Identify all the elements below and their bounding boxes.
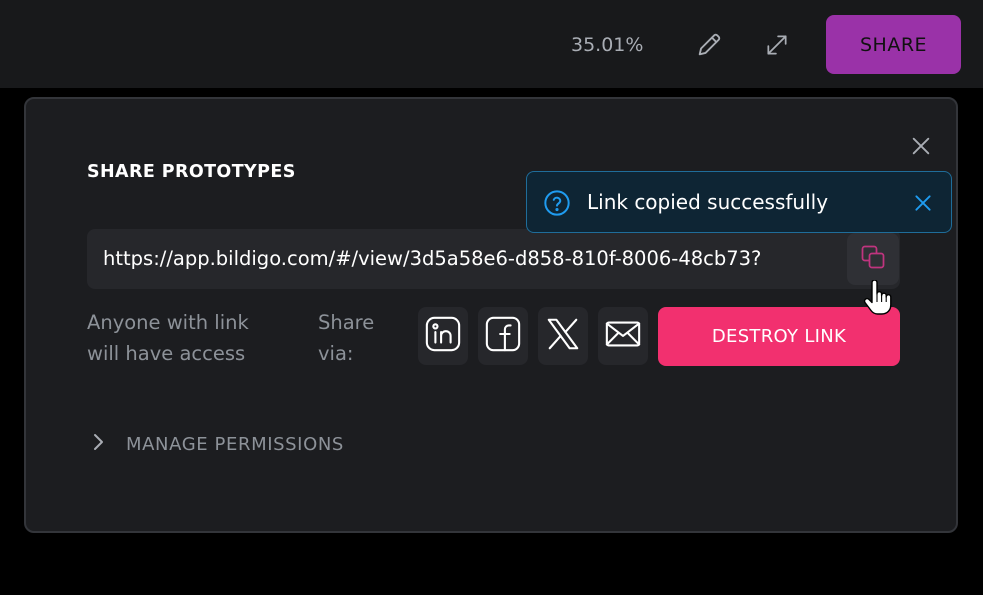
- share-email-button[interactable]: [598, 307, 648, 365]
- linkedin-icon: [424, 315, 462, 357]
- help-circle-icon: [543, 189, 571, 217]
- copy-link-button[interactable]: [847, 233, 899, 285]
- share-url-text[interactable]: https://app.bildigo.com/#/view/3d5a58e6-…: [103, 246, 831, 272]
- share-linkedin-button[interactable]: [418, 307, 468, 365]
- share-facebook-button[interactable]: [478, 307, 528, 365]
- pencil-icon[interactable]: [694, 30, 724, 60]
- mail-icon: [604, 315, 642, 357]
- share-url-field[interactable]: https://app.bildigo.com/#/view/3d5a58e6-…: [87, 229, 900, 289]
- facebook-icon: [484, 315, 522, 357]
- share-dialog: SHARE PROTOTYPES https://app.bildigo.com…: [24, 97, 958, 533]
- zoom-level[interactable]: 35.01%: [571, 33, 643, 57]
- top-bar: 35.01% SHARE: [0, 0, 983, 88]
- dialog-title: SHARE PROTOTYPES: [87, 162, 296, 182]
- share-x-button[interactable]: [538, 307, 588, 365]
- access-note: Anyone with link will have access: [87, 311, 249, 365]
- chevron-right-icon: [90, 432, 106, 456]
- copy-icon: [859, 243, 887, 275]
- share-button[interactable]: SHARE: [826, 15, 961, 74]
- close-icon[interactable]: [908, 133, 934, 159]
- expand-icon[interactable]: [762, 30, 792, 60]
- toast-close-icon[interactable]: [910, 190, 936, 216]
- toast-message: Link copied successfully: [587, 190, 829, 214]
- manage-permissions-toggle[interactable]: MANAGE PERMISSIONS: [90, 429, 344, 459]
- link-copied-toast: Link copied successfully: [526, 171, 952, 233]
- share-via-label: Share via:: [318, 311, 375, 365]
- manage-permissions-label: MANAGE PERMISSIONS: [126, 433, 344, 455]
- hand-pointer-cursor-icon: [862, 279, 894, 316]
- x-twitter-icon: [544, 315, 582, 357]
